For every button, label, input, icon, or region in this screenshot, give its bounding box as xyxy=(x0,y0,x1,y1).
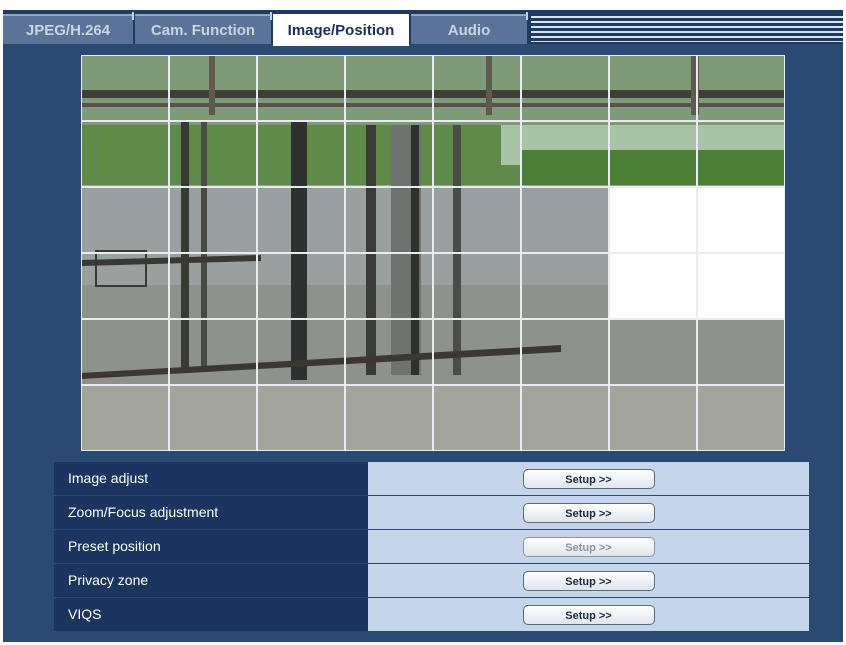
setting-button-cell: Setup >> xyxy=(368,462,809,495)
decorative-stripes xyxy=(531,16,843,42)
settings-table: Image adjust Setup >> Zoom/Focus adjustm… xyxy=(54,462,809,632)
grid-cell[interactable] xyxy=(521,385,609,451)
grid-cell[interactable] xyxy=(345,385,433,451)
settings-row-viqs: VIQS Setup >> xyxy=(54,598,809,631)
tab-jpeg-h264[interactable]: JPEG/H.264 xyxy=(3,12,134,44)
grid-cell[interactable] xyxy=(81,121,169,187)
grid-cell[interactable] xyxy=(257,121,345,187)
grid-cell[interactable] xyxy=(697,385,785,451)
grid-cell[interactable] xyxy=(433,121,521,187)
grid-cell[interactable] xyxy=(257,319,345,385)
setting-label: Preset position xyxy=(54,530,368,563)
image-adjust-setup-button[interactable]: Setup >> xyxy=(522,468,655,489)
grid-cell[interactable] xyxy=(609,187,697,253)
setting-label: Zoom/Focus adjustment xyxy=(54,496,368,529)
grid-cell[interactable] xyxy=(257,55,345,121)
privacy-zone-setup-button[interactable]: Setup >> xyxy=(522,570,655,591)
grid-cell[interactable] xyxy=(609,55,697,121)
zoom-focus-setup-button[interactable]: Setup >> xyxy=(522,502,655,523)
grid-cell[interactable] xyxy=(609,121,697,187)
setting-button-cell: Setup >> xyxy=(368,564,809,597)
tab-label: Image/Position xyxy=(287,22,395,39)
grid-cell[interactable] xyxy=(521,187,609,253)
grid-cell[interactable] xyxy=(433,385,521,451)
grid-cell[interactable] xyxy=(169,55,257,121)
grid-cell[interactable] xyxy=(81,319,169,385)
grid-cell[interactable] xyxy=(169,187,257,253)
grid-cell[interactable] xyxy=(433,319,521,385)
grid-cell[interactable] xyxy=(521,253,609,319)
grid-cell[interactable] xyxy=(697,187,785,253)
settings-row-zoom-focus: Zoom/Focus adjustment Setup >> xyxy=(54,496,809,529)
setting-button-cell: Setup >> xyxy=(368,598,809,631)
tab-bar: JPEG/H.264 Cam. Function Image/Position … xyxy=(3,10,843,46)
settings-row-privacy-zone: Privacy zone Setup >> xyxy=(54,564,809,597)
setting-label: VIQS xyxy=(54,598,368,631)
grid-cell[interactable] xyxy=(345,121,433,187)
grid-cell[interactable] xyxy=(521,55,609,121)
camera-image[interactable] xyxy=(81,55,785,451)
tab-label: Audio xyxy=(447,22,491,39)
grid-cell[interactable] xyxy=(81,385,169,451)
grid-cell[interactable] xyxy=(697,55,785,121)
grid-cell[interactable] xyxy=(521,121,609,187)
viqs-setup-button[interactable]: Setup >> xyxy=(522,604,655,625)
settings-panel: JPEG/H.264 Cam. Function Image/Position … xyxy=(3,10,843,642)
grid-cell[interactable] xyxy=(169,319,257,385)
tab-label: Cam. Function xyxy=(150,22,256,39)
setting-button-cell: Setup >> xyxy=(368,496,809,529)
grid-cell[interactable] xyxy=(81,55,169,121)
privacy-zone-grid[interactable] xyxy=(81,55,785,451)
grid-cell[interactable] xyxy=(257,187,345,253)
grid-cell[interactable] xyxy=(609,385,697,451)
setting-button-cell: Setup >> xyxy=(368,530,809,563)
grid-cell[interactable] xyxy=(433,253,521,319)
grid-cell[interactable] xyxy=(697,121,785,187)
settings-row-preset-position: Preset position Setup >> xyxy=(54,530,809,563)
grid-cell[interactable] xyxy=(609,253,697,319)
grid-cell[interactable] xyxy=(521,319,609,385)
grid-cell[interactable] xyxy=(345,253,433,319)
grid-cell[interactable] xyxy=(81,253,169,319)
grid-cell[interactable] xyxy=(257,385,345,451)
grid-cell[interactable] xyxy=(81,187,169,253)
grid-cell[interactable] xyxy=(169,121,257,187)
grid-cell[interactable] xyxy=(697,253,785,319)
tab-image-position[interactable]: Image/Position xyxy=(273,14,409,46)
tab-cam-function[interactable]: Cam. Function xyxy=(135,12,272,44)
tab-label: JPEG/H.264 xyxy=(25,22,111,39)
grid-cell[interactable] xyxy=(345,319,433,385)
grid-cell[interactable] xyxy=(345,55,433,121)
setting-label: Privacy zone xyxy=(54,564,368,597)
preset-position-setup-button: Setup >> xyxy=(522,536,655,557)
grid-cell[interactable] xyxy=(609,319,697,385)
grid-cell[interactable] xyxy=(433,55,521,121)
grid-cell[interactable] xyxy=(433,187,521,253)
grid-cell[interactable] xyxy=(169,385,257,451)
tab-audio[interactable]: Audio xyxy=(411,12,528,44)
grid-cell[interactable] xyxy=(345,187,433,253)
setting-label: Image adjust xyxy=(54,462,368,495)
grid-cell[interactable] xyxy=(697,319,785,385)
settings-row-image-adjust: Image adjust Setup >> xyxy=(54,462,809,495)
grid-cell[interactable] xyxy=(257,253,345,319)
grid-cell[interactable] xyxy=(169,253,257,319)
